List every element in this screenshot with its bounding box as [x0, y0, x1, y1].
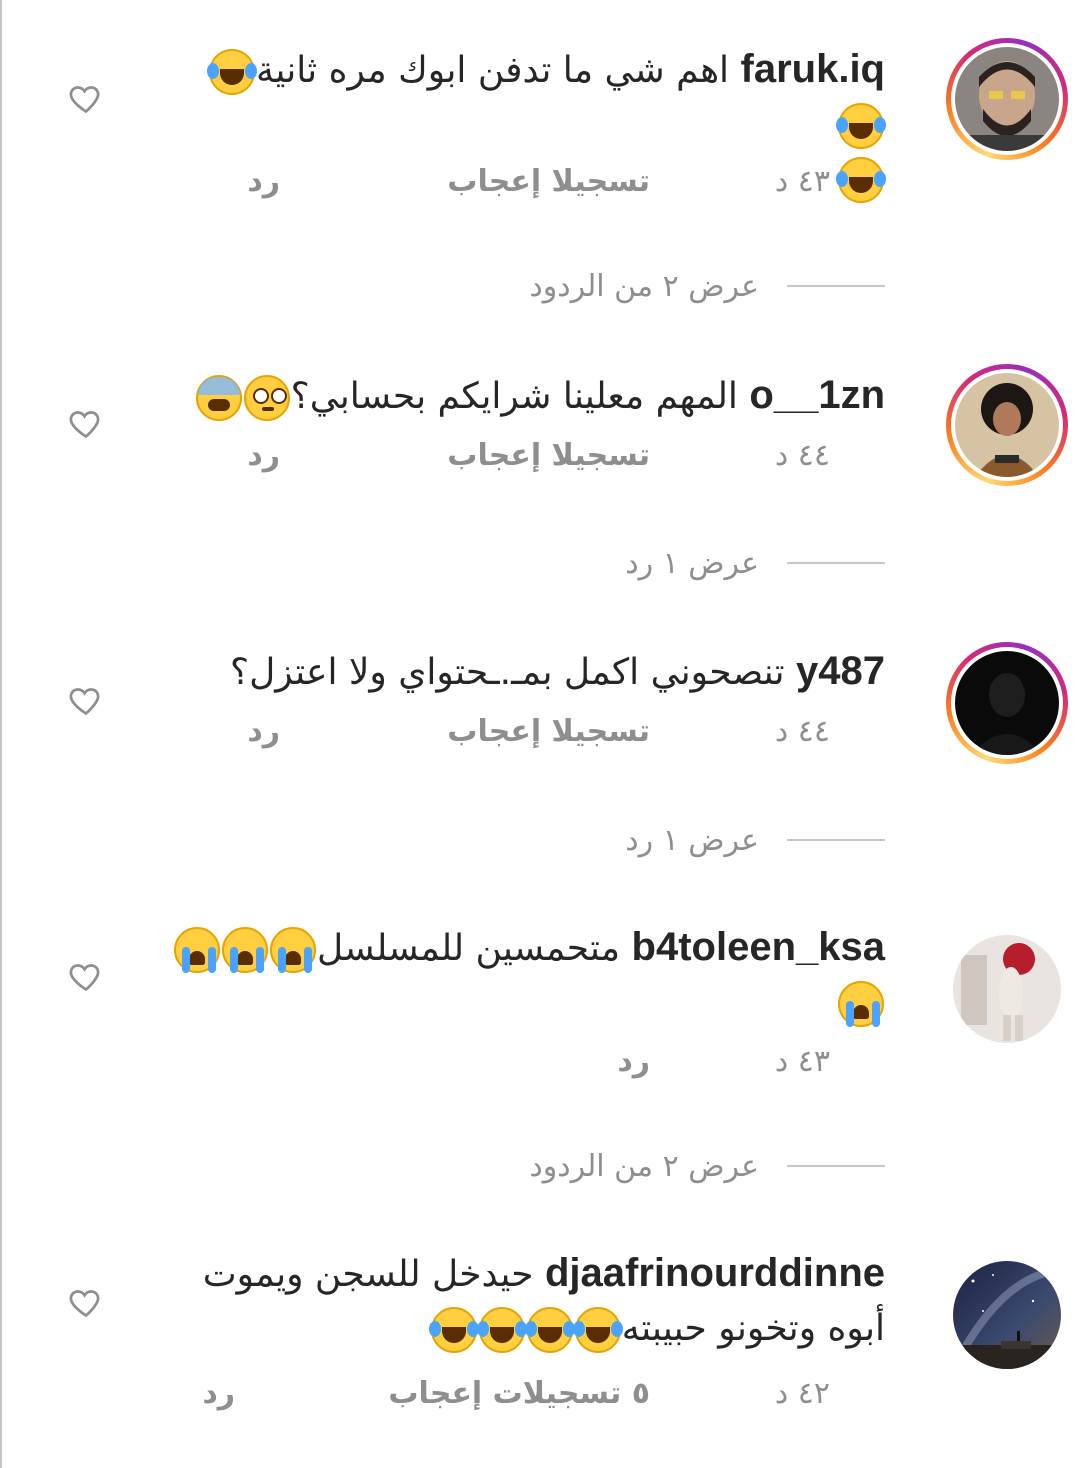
heart-outline-icon[interactable] [68, 682, 104, 718]
view-replies-label: عرض ٢ من الردود [529, 1148, 759, 1184]
comment-body: اهم شي ما تدفن ابوك مره ثانية [256, 50, 730, 91]
heart-outline-icon[interactable] [68, 958, 104, 994]
avatar [953, 935, 1061, 1043]
comment-meta: ٤٤ د تسجيلا إعجاب رد [190, 714, 830, 754]
avatar [953, 1261, 1061, 1369]
laughing-crying-emoji [524, 1307, 573, 1353]
comment-time: ٤٣ د [774, 164, 830, 199]
comment-likes[interactable]: تسجيلا إعجاب [447, 714, 650, 749]
view-replies-button[interactable]: عرض ١ رد [625, 820, 885, 860]
comment-meta: ٤٢ د ٥ تسجيلات إعجاب رد [190, 1376, 830, 1416]
comment-body: حيدخل للسجن ويموت [202, 1254, 534, 1295]
view-replies-label: عرض ١ رد [625, 545, 759, 581]
comment-body: تنصحوني اكمل بمـ.ـحتواي ولا اعتزل؟ [229, 652, 785, 693]
comment-likes[interactable]: ٥ تسجيلات إعجاب [388, 1376, 650, 1411]
comment-username[interactable]: faruk.iq [741, 47, 885, 91]
loudly-crying-emoji [173, 927, 220, 973]
comment-body: متحمسين للمسلسل [316, 928, 621, 969]
avatar-container[interactable] [946, 1254, 1068, 1376]
avatar-story-ring[interactable] [946, 38, 1068, 160]
laughing-crying-emoji [207, 49, 256, 95]
laughing-crying-emoji [836, 157, 884, 203]
comment-text: b4toleen_ksa متحمسين للمسلسل [165, 920, 885, 1030]
comment-username[interactable]: b4toleen_ksa [632, 925, 885, 969]
loudly-crying-emoji [221, 927, 268, 973]
comment-meta: ٤٣ د تسجيلا إعجاب رد [190, 164, 830, 204]
laughing-crying-emoji [836, 103, 884, 149]
avatar-story-ring[interactable] [946, 642, 1068, 764]
comment-likes[interactable]: تسجيلا إعجاب [447, 164, 650, 199]
reply-button[interactable]: رد [617, 1044, 650, 1079]
weary-emoji [195, 375, 242, 421]
reply-button[interactable]: رد [247, 438, 280, 473]
avatar [955, 373, 1059, 477]
comment-text: djaafrinourddinne حيدخل للسجن ويموت أبوه… [165, 1246, 885, 1356]
comment-username[interactable]: y487 [796, 649, 885, 693]
comment-username[interactable]: djaafrinourddinne [545, 1251, 885, 1295]
view-replies-button[interactable]: عرض ٢ من الردود [529, 266, 885, 306]
flushed-emoji [243, 375, 290, 421]
comment-text: o__1zn المهم معلينا شرايكم بحسابي؟ [165, 368, 885, 424]
laughing-crying-emoji [572, 1307, 621, 1353]
view-replies-label: عرض ١ رد [625, 822, 759, 858]
comment-text: y487 تنصحوني اكمل بمـ.ـحتواي ولا اعتزل؟ [165, 644, 885, 700]
divider-line [787, 285, 885, 287]
divider-line [787, 562, 885, 564]
heart-outline-icon[interactable] [68, 405, 104, 441]
comment-username[interactable]: o__1zn [749, 373, 885, 417]
reply-button[interactable]: رد [247, 714, 280, 749]
comment-body: المهم معلينا شرايكم بحسابي؟ [290, 376, 738, 417]
avatar-container[interactable] [946, 928, 1068, 1050]
comment-meta: ٤٣ د رد [190, 1044, 830, 1084]
divider-line [787, 1165, 885, 1167]
laughing-crying-emoji [476, 1307, 525, 1353]
loudly-crying-emoji [269, 927, 316, 973]
heart-outline-icon[interactable] [68, 1284, 104, 1320]
loudly-crying-emoji [838, 981, 884, 1027]
avatar [955, 47, 1059, 151]
view-replies-button[interactable]: عرض ٢ من الردود [529, 1146, 885, 1186]
screen-edge [0, 0, 2, 1468]
reply-button[interactable]: رد [247, 164, 280, 199]
comment-meta: ٤٤ د تسجيلا إعجاب رد [190, 438, 830, 478]
reply-button[interactable]: رد [202, 1376, 235, 1411]
heart-outline-icon[interactable] [68, 80, 104, 116]
comment-body-line2: أبوه وتخونو حبيبته [621, 1308, 885, 1349]
laughing-crying-emoji [428, 1307, 477, 1353]
view-replies-label: عرض ٢ من الردود [529, 268, 759, 304]
avatar-story-ring[interactable] [946, 364, 1068, 486]
avatar [955, 651, 1059, 755]
comment-time: ٤٢ د [774, 1376, 830, 1411]
divider-line [787, 839, 885, 841]
comment-time: ٤٣ د [774, 1044, 830, 1079]
view-replies-button[interactable]: عرض ١ رد [625, 543, 885, 583]
comment-time: ٤٤ د [774, 438, 830, 473]
comment-likes[interactable]: تسجيلا إعجاب [447, 438, 650, 473]
comment-time: ٤٤ د [774, 714, 830, 749]
